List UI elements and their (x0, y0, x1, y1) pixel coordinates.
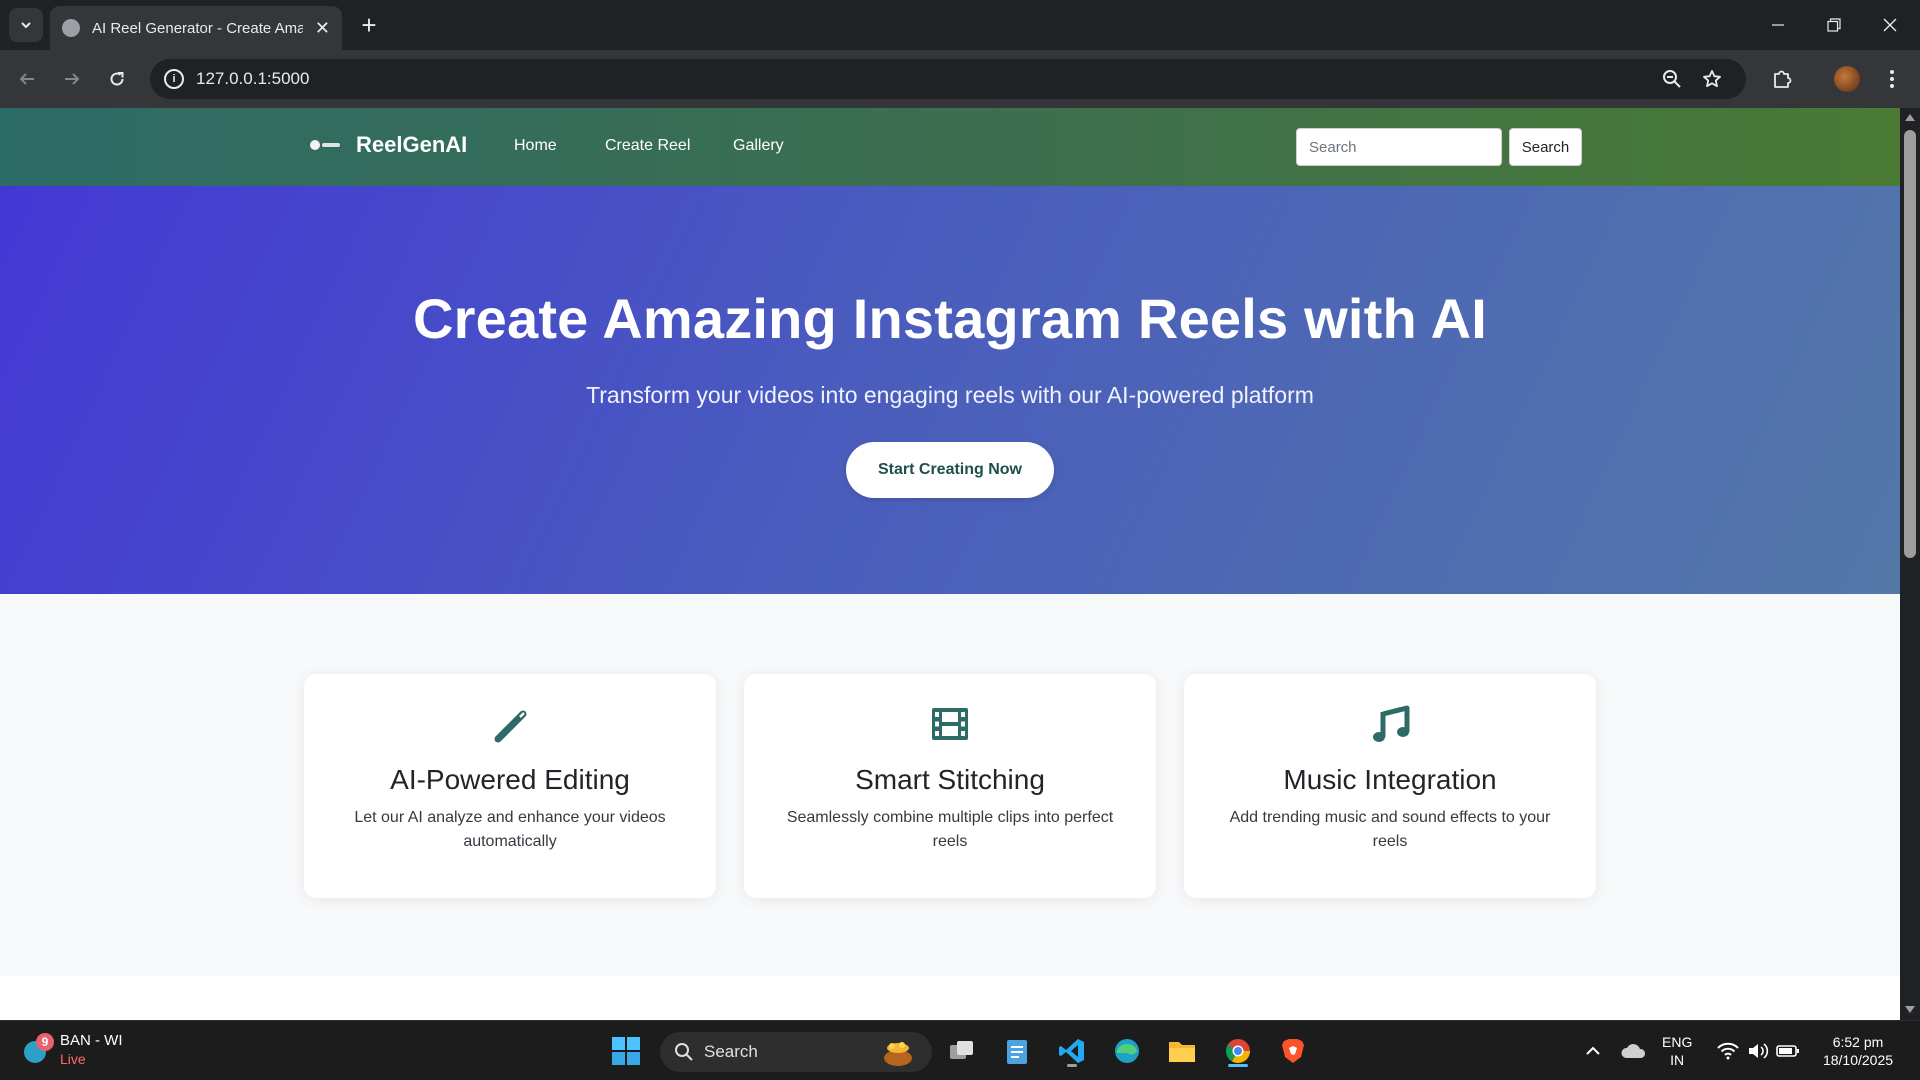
tab-search-button[interactable] (9, 8, 43, 42)
file-explorer-icon[interactable] (1164, 1033, 1200, 1069)
site-search-button[interactable]: Search (1509, 128, 1582, 166)
start-creating-button[interactable]: Start Creating Now (846, 442, 1054, 498)
feature-card-smart-stitching: Smart Stitching Seamlessly combine multi… (744, 674, 1156, 898)
scroll-up-arrow-icon[interactable] (1905, 114, 1915, 121)
feature-card-music: Music Integration Add trending music and… (1184, 674, 1596, 898)
minimize-icon (1772, 24, 1784, 26)
widget-status: Live (60, 1051, 86, 1067)
feature-description: Let our AI analyze and enhance your vide… (354, 809, 666, 850)
battery-icon[interactable] (1770, 1033, 1806, 1069)
reload-button[interactable] (100, 62, 134, 96)
start-button[interactable] (608, 1033, 644, 1069)
search-icon (675, 1043, 693, 1061)
extensions-icon[interactable] (1770, 67, 1794, 91)
task-view-icon[interactable] (944, 1033, 980, 1069)
scroll-down-arrow-icon[interactable] (1905, 1006, 1915, 1013)
feature-title: Music Integration (1283, 764, 1497, 795)
brand[interactable]: ReelGenAI (310, 132, 467, 158)
close-window-button[interactable] (1862, 0, 1918, 50)
hero-subtitle: Transform your videos into engaging reel… (586, 382, 1314, 408)
site-navbar: ReelGenAI Home Create Reel Gallery Searc… (0, 108, 1900, 186)
arrow-right-icon (65, 73, 80, 85)
restore-button[interactable] (1806, 0, 1862, 50)
forward-button[interactable] (55, 62, 89, 96)
edge-icon[interactable] (1109, 1033, 1145, 1069)
page-scrollbar[interactable] (1900, 108, 1920, 1020)
widget-title: BAN - WI (60, 1032, 123, 1049)
weather-widget[interactable]: 9 BAN - WI Live (22, 1031, 123, 1069)
close-icon (1883, 18, 1897, 32)
restore-icon (1827, 18, 1841, 32)
brand-logo-icon (310, 139, 340, 151)
hero-title: Create Amazing Instagram Reels with AI (413, 287, 1487, 350)
feature-description: Add trending music and sound effects to … (1229, 809, 1551, 850)
url-text[interactable]: 127.0.0.1:5000 (196, 69, 309, 89)
brave-icon[interactable] (1275, 1033, 1311, 1069)
cricket-icon: 9 (22, 1033, 54, 1065)
windows-taskbar: 9 BAN - WI Live Search ENG IN 6:52 pm 18… (0, 1020, 1920, 1080)
nav-link-gallery[interactable]: Gallery (733, 137, 784, 155)
clock-date: 18/10/2025 (1822, 1052, 1894, 1068)
minimize-button[interactable] (1750, 0, 1806, 50)
browser-toolbar: i 127.0.0.1:5000 (0, 50, 1920, 108)
page-viewport: ReelGenAI Home Create Reel Gallery Searc… (0, 108, 1900, 1020)
tab-title: AI Reel Generator - Create Ama (92, 19, 303, 37)
scroll-thumb[interactable] (1904, 130, 1916, 558)
hero-section: Create Amazing Instagram Reels with AI T… (0, 186, 1900, 594)
arrow-left-icon (19, 73, 34, 85)
taskbar-search[interactable]: Search (660, 1032, 932, 1072)
music-icon (1373, 705, 1410, 742)
nav-link-home[interactable]: Home (514, 137, 557, 155)
brand-name[interactable]: ReelGenAI (356, 132, 467, 158)
notification-badge: 9 (36, 1033, 54, 1051)
system-clock[interactable]: 6:52 pm 18/10/2025 (1810, 1033, 1906, 1069)
magic-wand-icon (494, 710, 527, 743)
clock-time: 6:52 pm (1832, 1034, 1884, 1050)
region-code: IN (1670, 1052, 1685, 1068)
back-button[interactable] (10, 62, 44, 96)
zoom-icon[interactable] (1660, 67, 1684, 91)
onedrive-cloud-icon[interactable] (1615, 1033, 1651, 1069)
new-tab-button[interactable]: + (354, 10, 384, 40)
menu-kebab-icon[interactable] (1880, 67, 1904, 91)
windows-logo-icon (612, 1037, 640, 1065)
bookmark-star-icon[interactable] (1700, 67, 1724, 91)
input-language-indicator[interactable]: ENG IN (1662, 1033, 1692, 1069)
reload-icon (110, 72, 124, 86)
globe-icon (62, 19, 80, 37)
profile-avatar[interactable] (1834, 66, 1860, 92)
vscode-icon[interactable] (1054, 1033, 1090, 1069)
notepad-icon[interactable] (999, 1033, 1035, 1069)
feature-title: AI-Powered Editing (390, 764, 630, 795)
page-footer-area (0, 976, 1900, 1020)
site-search-input[interactable] (1296, 128, 1502, 166)
film-icon (932, 708, 968, 740)
taskbar-search-label: Search (704, 1042, 758, 1061)
browser-tabstrip: AI Reel Generator - Create Ama ✕ + (0, 0, 1920, 50)
feature-title: Smart Stitching (855, 764, 1045, 795)
tray-overflow-chevron-icon[interactable] (1575, 1033, 1611, 1069)
browser-tab-active[interactable]: AI Reel Generator - Create Ama ✕ (50, 6, 342, 50)
chevron-down-icon (21, 22, 31, 29)
features-section: AI-Powered Editing Let our AI analyze an… (0, 594, 1900, 976)
feature-card-ai-editing: AI-Powered Editing Let our AI analyze an… (304, 674, 716, 898)
chrome-icon[interactable] (1220, 1033, 1256, 1069)
close-tab-icon[interactable]: ✕ (315, 18, 330, 39)
address-bar[interactable]: i 127.0.0.1:5000 (150, 59, 1746, 99)
pot-of-gold-icon (884, 1042, 912, 1066)
language-code: ENG (1662, 1034, 1693, 1050)
site-info-icon[interactable]: i (164, 69, 184, 89)
feature-description: Seamlessly combine multiple clips into p… (786, 809, 1114, 850)
nav-link-create-reel[interactable]: Create Reel (605, 137, 690, 155)
